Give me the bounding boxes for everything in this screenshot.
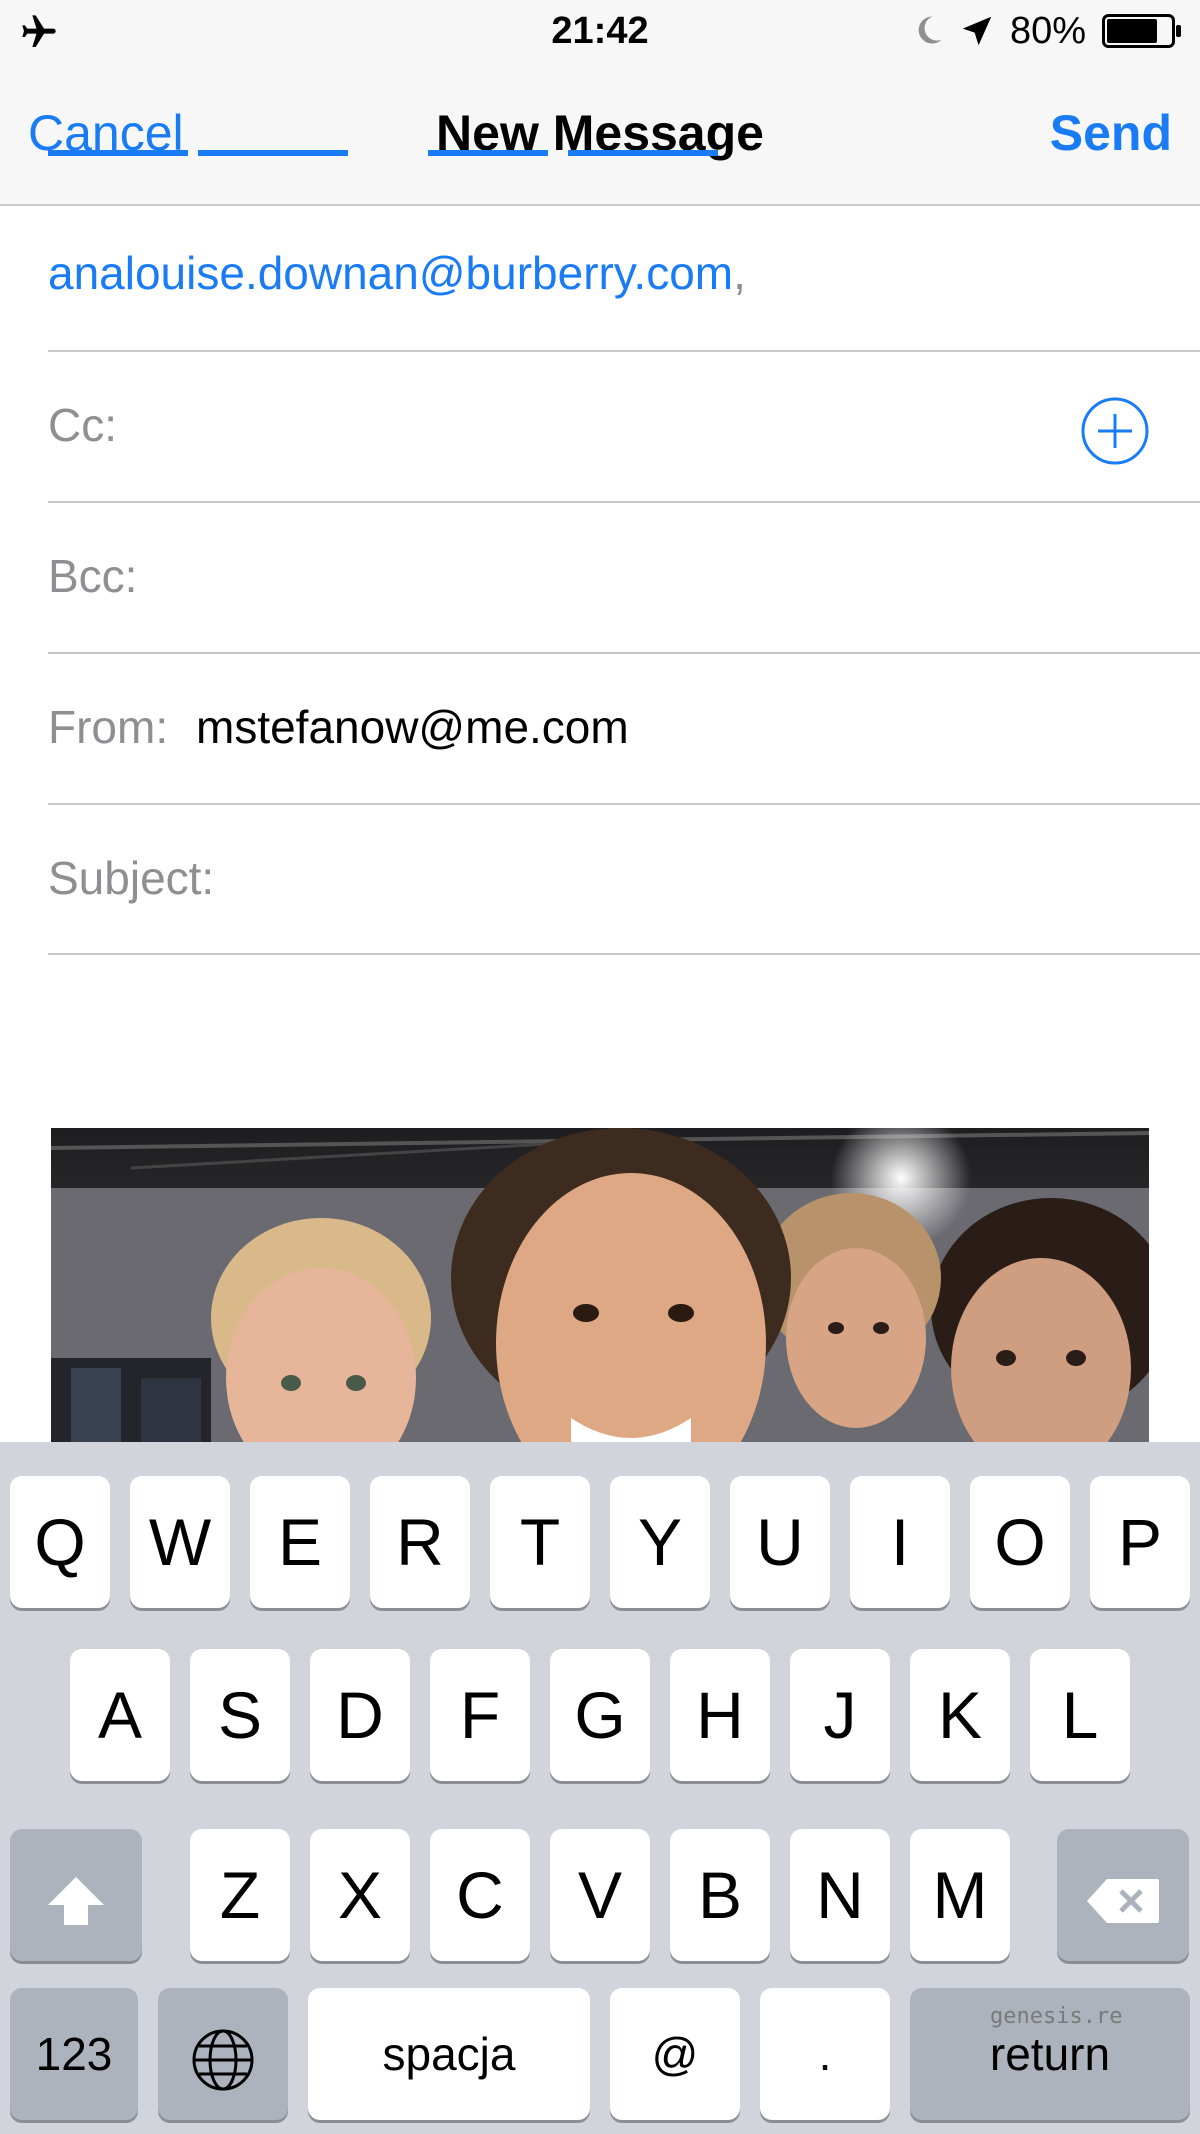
- key-o[interactable]: O: [970, 1476, 1070, 1608]
- key-x[interactable]: X: [310, 1829, 410, 1961]
- shift-key[interactable]: [10, 1829, 142, 1961]
- recipient-separator: ,: [733, 247, 746, 299]
- recipient-token[interactable]: analouise.downan@burberry.com: [48, 247, 733, 299]
- key-y[interactable]: Y: [610, 1476, 710, 1608]
- globe-key[interactable]: [158, 1988, 288, 2120]
- key-n[interactable]: N: [790, 1829, 890, 1961]
- key-i[interactable]: I: [850, 1476, 950, 1608]
- key-l[interactable]: L: [1030, 1649, 1130, 1781]
- period-key[interactable]: .: [760, 1988, 890, 2120]
- recipient-partial-text: [48, 150, 718, 156]
- key-e[interactable]: E: [250, 1476, 350, 1608]
- to-recipient[interactable]: analouise.downan@burberry.com,: [48, 246, 746, 300]
- key-g[interactable]: G: [550, 1649, 650, 1781]
- key-r[interactable]: R: [370, 1476, 470, 1608]
- numbers-key[interactable]: 123: [10, 1988, 138, 2120]
- delete-key[interactable]: [1057, 1829, 1189, 1961]
- location-arrow-icon: [962, 16, 992, 46]
- key-k[interactable]: K: [910, 1649, 1010, 1781]
- divider: [48, 501, 1200, 503]
- divider: [48, 350, 1200, 352]
- add-contact-icon[interactable]: [1080, 396, 1150, 466]
- battery-percentage: 80%: [1010, 10, 1087, 52]
- key-s[interactable]: S: [190, 1649, 290, 1781]
- key-u[interactable]: U: [730, 1476, 830, 1608]
- cc-field[interactable]: Cc:: [48, 398, 117, 452]
- photo-image: [51, 1128, 1149, 1442]
- divider: [48, 803, 1200, 805]
- shift-arrow-icon: [48, 1876, 104, 1925]
- recipient-partial: [48, 150, 748, 208]
- subject-field[interactable]: Subject:: [48, 851, 214, 905]
- watermark: genesis.re: [990, 2004, 1123, 2029]
- key-h[interactable]: H: [670, 1649, 770, 1781]
- globe-icon: [192, 2029, 254, 2091]
- divider: [48, 953, 1200, 955]
- send-button[interactable]: Send: [1050, 104, 1172, 162]
- key-m[interactable]: M: [910, 1829, 1010, 1961]
- at-key[interactable]: @: [610, 1988, 740, 2120]
- backspace-icon: [1087, 1878, 1159, 1923]
- status-bar: 21:42 80%: [0, 0, 1200, 64]
- keyboard: QWERTYUIOP ASDFGHJKL ZXCVBNM 123 spacja …: [0, 1442, 1200, 2134]
- key-j[interactable]: J: [790, 1649, 890, 1781]
- key-d[interactable]: D: [310, 1649, 410, 1781]
- key-t[interactable]: T: [490, 1476, 590, 1608]
- moon-icon: [918, 16, 942, 44]
- space-key[interactable]: spacja: [308, 1988, 590, 2120]
- key-f[interactable]: F: [430, 1649, 530, 1781]
- bcc-field[interactable]: Bcc:: [48, 549, 137, 603]
- from-field[interactable]: mstefanow@me.com: [196, 700, 629, 754]
- battery-icon: [1102, 14, 1181, 48]
- key-c[interactable]: C: [430, 1829, 530, 1961]
- key-v[interactable]: V: [550, 1829, 650, 1961]
- from-label: From:: [48, 701, 169, 753]
- attached-photo[interactable]: [51, 1128, 1149, 1442]
- key-a[interactable]: A: [70, 1649, 170, 1781]
- key-b[interactable]: B: [670, 1829, 770, 1961]
- key-q[interactable]: Q: [10, 1476, 110, 1608]
- divider: [48, 652, 1200, 654]
- key-w[interactable]: W: [130, 1476, 230, 1608]
- key-p[interactable]: P: [1090, 1476, 1190, 1608]
- key-z[interactable]: Z: [190, 1829, 290, 1961]
